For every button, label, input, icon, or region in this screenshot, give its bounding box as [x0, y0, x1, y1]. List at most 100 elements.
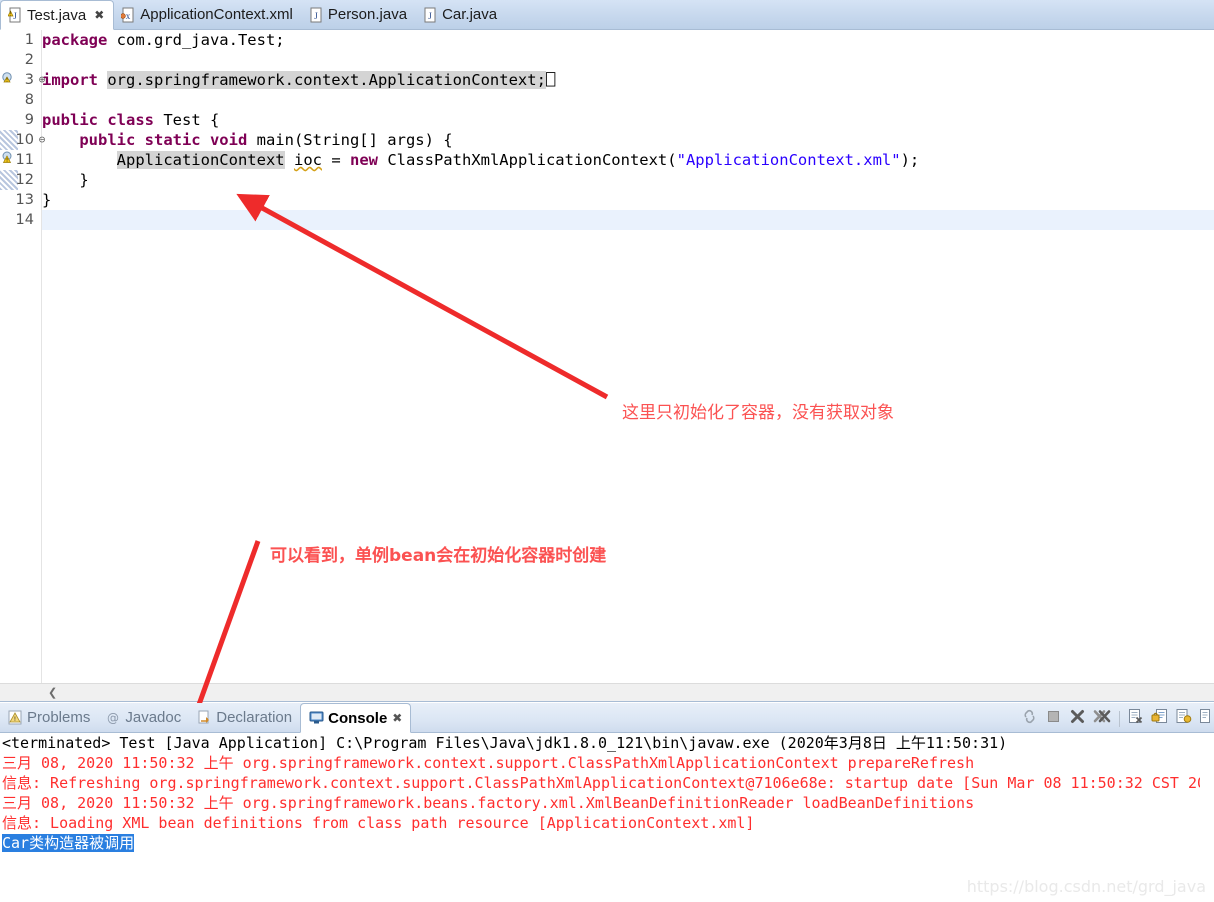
java-file-warning-icon: J !: [7, 7, 22, 23]
console-line[interactable]: 三月 08, 2020 11:50:32 上午 org.springframew…: [0, 793, 1214, 813]
code-token: com.grd_java.Test;: [116, 31, 285, 49]
code-text: import org.springframework.context.Appli…: [42, 70, 555, 90]
console-log-lines: 三月 08, 2020 11:50:32 上午 org.springframew…: [0, 753, 1214, 833]
editor-tab-label: ApplicationContext.xml: [140, 6, 293, 23]
console-launch-header: <terminated> Test [Java Application] C:\…: [2, 734, 1008, 752]
scroll-left-icon[interactable]: ❮: [48, 686, 57, 699]
panel-tab-label: Problems: [27, 709, 91, 726]
bottom-panel: ! Problems @ Javadoc Declaration Console…: [0, 703, 1214, 902]
code-line[interactable]: 13}: [0, 190, 1214, 210]
editor-horizontal-scrollbar[interactable]: ❮: [0, 683, 1214, 701]
line-number: 10: [15, 132, 34, 148]
code-text: ApplicationContext ioc = new ClassPathXm…: [42, 150, 919, 170]
code-token: );: [900, 151, 920, 169]
code-line[interactable]: 9 public class Test {: [0, 110, 1214, 130]
code-lines: 1 package com.grd_java.Test; 2 ! 3 ⊕ import or…: [0, 30, 1214, 230]
code-text: public class Test {: [42, 110, 219, 130]
panel-tab-label: Console: [328, 709, 388, 727]
editor-tab-car-java[interactable]: J Car.java: [416, 0, 506, 29]
display-selected-console-icon[interactable]: [1175, 708, 1192, 730]
code-text: package com.grd_java.Test;: [42, 30, 285, 50]
eclipse-ide-window: J ! Test.java ✖ x ApplicationContext.xml: [0, 0, 1214, 902]
code-line[interactable]: 8: [0, 90, 1214, 110]
code-line[interactable]: 1 package com.grd_java.Test;: [0, 30, 1214, 50]
line-number: 3: [24, 72, 34, 88]
svg-text:x: x: [126, 11, 131, 21]
problems-icon: !: [8, 710, 22, 726]
code-text: public static void main(String[] args) {: [42, 130, 453, 150]
close-icon[interactable]: ✖: [392, 711, 402, 725]
annotation-text-container-init: 这里只初始化了容器，没有获取对象: [622, 403, 894, 423]
scroll-lock-icon[interactable]: [1021, 708, 1038, 730]
terminate-icon[interactable]: [1045, 708, 1062, 730]
code-token: ClassPathXmlApplicationContext(: [387, 151, 677, 169]
editor-tab-applicationcontext-xml[interactable]: x ApplicationContext.xml: [114, 0, 302, 29]
code-line[interactable]: 10 ⊖ public static void main(String[] arg…: [0, 130, 1214, 150]
code-editor[interactable]: 1 package com.grd_java.Test; 2 ! 3 ⊕ import or…: [0, 30, 1214, 702]
editor-tab-person-java[interactable]: J Person.java: [302, 0, 416, 29]
line-number: 2: [24, 52, 34, 68]
editor-tab-label: Test.java: [27, 6, 87, 24]
console-toolbar: [1021, 707, 1210, 731]
svg-text:!: !: [10, 12, 11, 18]
code-token: }: [42, 191, 52, 209]
code-token: ioc: [293, 151, 322, 169]
toolbar-separator: [1119, 711, 1120, 727]
console-line[interactable]: 信息: Loading XML bean definitions from cl…: [0, 813, 1214, 833]
code-line[interactable]: 12 }: [0, 170, 1214, 190]
code-token: public class: [42, 111, 164, 129]
editor-tab-label: Car.java: [442, 6, 498, 23]
editor-tab-bar: J ! Test.java ✖ x ApplicationContext.xml: [0, 0, 1214, 30]
console-line[interactable]: 信息: Refreshing org.springframework.conte…: [0, 773, 1214, 793]
code-line[interactable]: 2: [0, 50, 1214, 70]
line-number: 12: [15, 172, 34, 188]
editor-tab-label: Person.java: [327, 6, 408, 23]
close-icon[interactable]: ✖: [94, 9, 104, 21]
code-token: "ApplicationContext.xml": [676, 151, 901, 169]
code-token: org.springframework.context.ApplicationC…: [107, 71, 546, 89]
xml-file-icon: x: [120, 7, 135, 23]
svg-text:@: @: [107, 711, 119, 725]
panel-tab-console[interactable]: Console ✖: [300, 703, 412, 733]
line-number: 11: [15, 152, 34, 168]
svg-text:J: J: [314, 11, 318, 21]
code-token: main(String[] args) {: [256, 131, 453, 149]
code-line[interactable]: ! 3 ⊕ import org.springframework.context.Ap…: [0, 70, 1214, 90]
console-selection-highlight: Car类构造器被调用: [2, 834, 135, 852]
watermark-url: https://blog.csdn.net/grd_java: [966, 877, 1206, 896]
panel-tab-declaration[interactable]: Declaration: [189, 703, 300, 732]
console-line[interactable]: 三月 08, 2020 11:50:32 上午 org.springframew…: [0, 753, 1214, 773]
code-text: }: [42, 170, 89, 190]
editor-tab-test-java[interactable]: J ! Test.java ✖: [0, 0, 115, 30]
declaration-icon: [197, 710, 211, 726]
line-number: 13: [15, 192, 34, 208]
panel-tab-label: Declaration: [216, 709, 293, 726]
remove-all-terminated-icon[interactable]: [1093, 708, 1112, 730]
java-file-icon: J: [423, 7, 437, 23]
line-number: 1: [24, 32, 34, 48]
pin-console-icon[interactable]: [1151, 708, 1168, 730]
clear-console-icon[interactable]: [1127, 708, 1144, 730]
open-console-icon[interactable]: [1199, 708, 1210, 730]
code-token: public static void: [79, 131, 257, 149]
code-text: }: [42, 190, 51, 210]
line-number: 9: [24, 112, 34, 128]
remove-launch-icon[interactable]: [1069, 708, 1086, 730]
panel-tab-javadoc[interactable]: @ Javadoc: [98, 703, 189, 732]
code-token: }: [42, 171, 89, 189]
line-number: 14: [15, 212, 34, 228]
console-icon: [309, 710, 324, 726]
code-token: =: [321, 151, 350, 169]
code-token: package: [42, 31, 117, 49]
code-line[interactable]: 14: [0, 210, 1214, 230]
java-file-icon: J: [309, 7, 323, 23]
console-selected-line[interactable]: Car类构造器被调用: [0, 833, 1214, 853]
svg-text:J: J: [13, 11, 17, 21]
panel-tab-problems[interactable]: ! Problems: [0, 703, 98, 732]
code-token: new: [349, 151, 388, 169]
current-line-highlight: [42, 210, 1214, 230]
code-token: Test {: [163, 111, 220, 129]
code-line[interactable]: ! 11 ApplicationContext ioc = new ClassPa…: [0, 150, 1214, 170]
